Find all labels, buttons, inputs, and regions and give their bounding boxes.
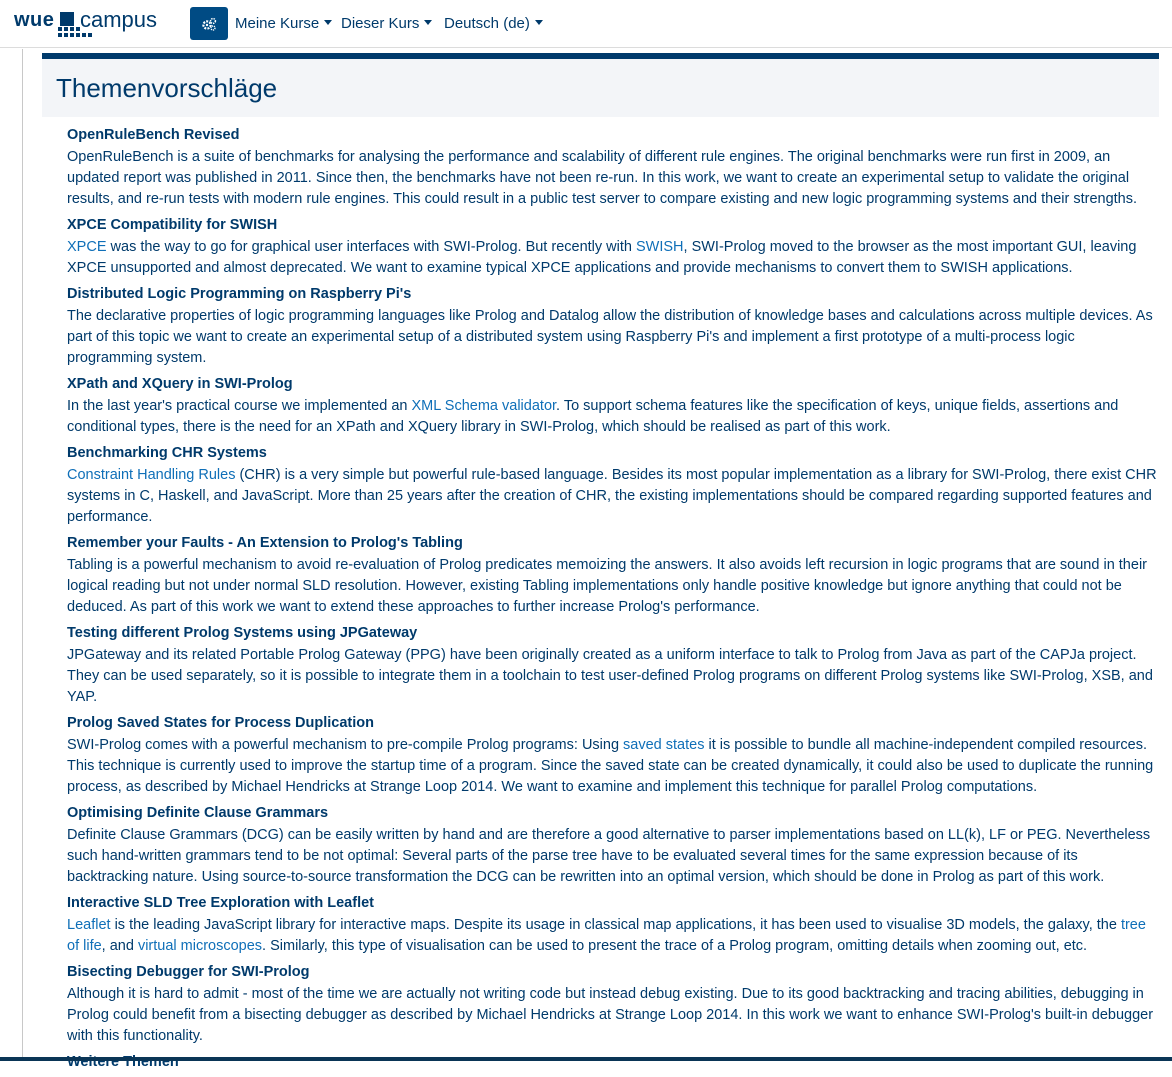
topic-description: XPCE was the way to go for graphical use…	[67, 239, 1137, 276]
topic-description: OpenRuleBench is a suite of benchmarks f…	[67, 149, 1138, 207]
topic-title: Remember your Faults - An Extension to P…	[67, 535, 463, 551]
nav-drawer-toggle-button[interactable]	[190, 7, 228, 40]
topic-title: Bisecting Debugger for SWI-Prolog	[67, 964, 310, 980]
topic-description: Tabling is a powerful mechanism to avoid…	[67, 557, 1147, 615]
virtual-microscopes-link[interactable]: virtual microscopes	[138, 938, 262, 954]
topic-item: XPCE Compatibility for SWISH XPCE was th…	[67, 216, 1159, 279]
xpce-link[interactable]: XPCE	[67, 239, 107, 255]
topic-title: OpenRuleBench Revised	[67, 127, 240, 143]
topic-title: Optimising Definite Clause Grammars	[67, 805, 329, 821]
topic-description: Although it is hard to admit - most of t…	[67, 986, 1154, 1044]
topic-title: Interactive SLD Tree Exploration with Le…	[67, 895, 374, 911]
topic-title: Benchmarking CHR Systems	[67, 445, 267, 461]
topic-title: XPath and XQuery in SWI-Prolog	[67, 376, 293, 392]
topic-item: Benchmarking CHR Systems Constraint Hand…	[67, 444, 1159, 528]
topic-description: Leaflet is the leading JavaScript librar…	[67, 917, 1146, 954]
bottom-bar	[0, 1057, 1172, 1061]
topic-item: OpenRuleBench Revised OpenRuleBench is a…	[67, 126, 1159, 210]
topic-description: In the last year's practical course we i…	[67, 398, 1119, 435]
caret-down-icon	[534, 20, 543, 25]
top-navbar: wue campus Meine Kurse Dieser Kurs Deuts…	[0, 0, 1172, 48]
topic-item: Remember your Faults - An Extension to P…	[67, 534, 1159, 618]
menu-dieser-kurs[interactable]: Dieser Kurs	[341, 15, 433, 32]
topic-item: Testing different Prolog Systems using J…	[67, 624, 1159, 708]
topic-item: XPath and XQuery in SWI-Prolog In the la…	[67, 375, 1159, 438]
topic-list: OpenRuleBench Revised OpenRuleBench is a…	[67, 126, 1159, 1077]
swish-link[interactable]: SWISH	[636, 239, 684, 255]
topic-description: Constraint Handling Rules (CHR) is a ver…	[67, 467, 1157, 525]
topic-item: Weitere Themen	[67, 1053, 1159, 1071]
caret-down-icon	[424, 20, 433, 25]
xml-schema-validator-link[interactable]: XML Schema validator	[412, 398, 557, 414]
topic-title: Testing different Prolog Systems using J…	[67, 625, 418, 641]
topic-item: Prolog Saved States for Process Duplicat…	[67, 714, 1159, 798]
topic-item: Bisecting Debugger for SWI-Prolog Althou…	[67, 963, 1159, 1047]
topic-item: Distributed Logic Programming on Raspber…	[67, 285, 1159, 369]
topic-item: Interactive SLD Tree Exploration with Le…	[67, 894, 1159, 957]
drawer-divider	[22, 49, 23, 1061]
topic-description: Definite Clause Grammars (DCG) can be ea…	[67, 827, 1151, 885]
leaflet-link[interactable]: Leaflet	[67, 917, 111, 933]
topic-title: Prolog Saved States for Process Duplicat…	[67, 715, 374, 731]
constraint-handling-rules-link[interactable]: Constraint Handling Rules	[67, 467, 235, 483]
caret-down-icon	[324, 20, 333, 25]
section-title: Themenvorschläge	[56, 73, 278, 103]
menu-language[interactable]: Deutsch (de)	[444, 15, 543, 32]
section-header: Themenvorschläge	[42, 59, 1159, 117]
topic-title: XPCE Compatibility for SWISH	[67, 217, 278, 233]
topic-title: Weitere Themen	[67, 1054, 179, 1070]
topic-item: Optimising Definite Clause Grammars Defi…	[67, 804, 1159, 888]
topic-description: JPGateway and its related Portable Prolo…	[67, 647, 1153, 705]
cogs-icon	[202, 17, 217, 31]
saved-states-link[interactable]: saved states	[623, 737, 704, 753]
logo-prefix: wue	[14, 9, 55, 31]
topic-title: Distributed Logic Programming on Raspber…	[67, 286, 412, 302]
menu-meine-kurse[interactable]: Meine Kurse	[235, 15, 333, 32]
topic-description: The declarative properties of logic prog…	[67, 308, 1153, 366]
topic-description: SWI-Prolog comes with a powerful mechani…	[67, 737, 1154, 795]
